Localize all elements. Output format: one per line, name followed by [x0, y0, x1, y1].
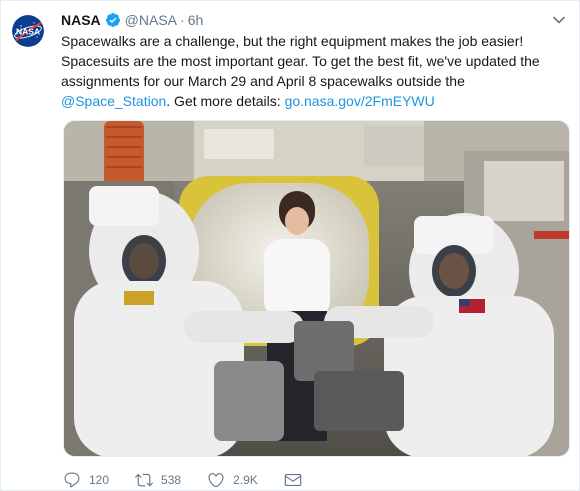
- envelope-icon: [284, 474, 301, 486]
- retweet-button[interactable]: 538: [135, 471, 181, 489]
- like-button[interactable]: 2.9K: [207, 471, 258, 489]
- direct-message-button[interactable]: [284, 471, 310, 489]
- tweet-card[interactable]: NASA NASA @NASA · 6h Spacewalks are a ch…: [0, 0, 580, 491]
- astronauts-photo: [64, 121, 569, 456]
- reply-icon: [64, 472, 80, 488]
- tweet-photo[interactable]: [63, 120, 570, 457]
- reply-count: 120: [89, 473, 110, 487]
- retweet-icon: [135, 473, 154, 487]
- tweet-text-line-1: Spacewalks are a challenge, but the righ…: [61, 33, 524, 49]
- url-link[interactable]: go.nasa.gov/2FmEYWU: [285, 93, 435, 109]
- nasa-logo-icon: NASA: [12, 15, 44, 47]
- verified-badge-icon: [105, 13, 120, 27]
- heart-icon: [208, 473, 224, 488]
- avatar[interactable]: NASA: [12, 15, 44, 47]
- tweet-text: Spacewalks are a challenge, but the righ…: [61, 31, 561, 111]
- mention-link[interactable]: @Space_Station: [61, 93, 166, 109]
- chevron-down-icon[interactable]: [552, 13, 566, 27]
- reply-button[interactable]: 120: [63, 471, 109, 489]
- separator-dot: ·: [180, 12, 185, 28]
- author-handle[interactable]: @NASA: [125, 12, 177, 28]
- tweet-text-line-2: Spacesuits are the most important gear. …: [61, 53, 540, 69]
- tweet-header: NASA @NASA · 6h: [61, 11, 203, 29]
- timestamp[interactable]: 6h: [188, 12, 204, 28]
- tweet-text-line-4: @Space_Station. Get more details: go.nas…: [61, 91, 561, 111]
- avatar-logo-text: NASA: [16, 27, 40, 37]
- tweet-text-line-4-middle: . Get more details:: [166, 93, 285, 109]
- tweet-text-line-3: assignments for our March 29 and April 8…: [61, 73, 465, 89]
- tweet-actions: 120 538 2.9K: [63, 469, 336, 491]
- retweet-count: 538: [161, 473, 182, 487]
- author-name[interactable]: NASA: [61, 12, 101, 28]
- like-count: 2.9K: [233, 473, 258, 487]
